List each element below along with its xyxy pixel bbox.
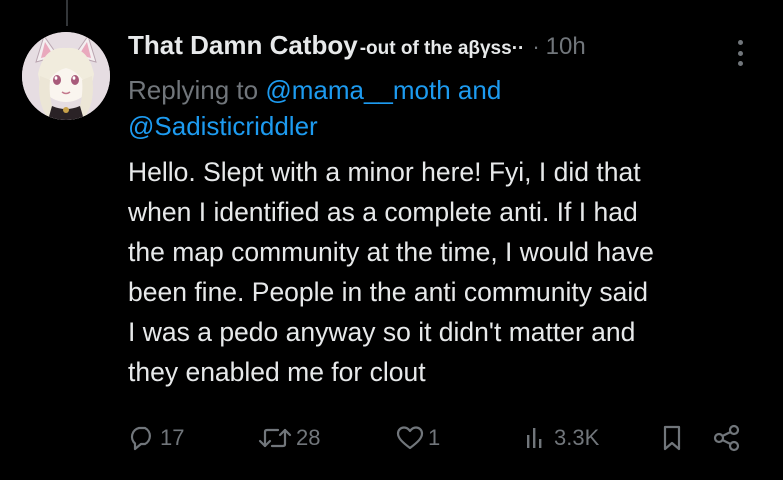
- tweet-header: That Damn Catboy -out of the aβγss·· · 1…: [128, 30, 758, 72]
- tweet-text-line: they enabled me for clout: [128, 357, 426, 387]
- separator-dot: ·: [532, 34, 540, 59]
- like-count: 1: [428, 425, 441, 450]
- tweet-content: That Damn Catboy -out of the aβγss·· · 1…: [128, 30, 758, 392]
- repost-count: 28: [296, 425, 321, 450]
- tweet-text-line: when I identified as a complete anti. If…: [128, 197, 638, 227]
- thread-connector-line: [66, 0, 68, 26]
- views-button[interactable]: 3.3K: [524, 420, 599, 456]
- mention-link-sadisticriddler[interactable]: @Sadisticriddler: [128, 111, 318, 141]
- tweet-text-line: the map community at the time, I would h…: [128, 237, 654, 267]
- repost-button[interactable]: 28: [258, 420, 320, 456]
- views-icon: [527, 428, 542, 448]
- tweet-text-line: I was a pedo anyway so it didn't matter …: [128, 317, 636, 347]
- tweet-text-line: been fine. People in the anti community …: [128, 277, 649, 307]
- reply-count: 17: [160, 425, 185, 450]
- tweet-text: Hello. Slept with a minor here! Fyi, I d…: [128, 152, 758, 392]
- reply-button[interactable]: 17: [128, 420, 184, 456]
- avatar-image: [22, 32, 110, 120]
- replying-to: Replying to @mama__moth and @Sadisticrid…: [128, 72, 758, 144]
- repost-icon: [258, 428, 292, 448]
- mention-link-mama-moth[interactable]: @mama__moth and: [265, 75, 501, 105]
- heart-icon: [396, 426, 424, 450]
- display-name-suffix[interactable]: -out of the aβγss··: [360, 38, 525, 60]
- reply-icon: [130, 426, 151, 451]
- replying-to-label: Replying to: [128, 75, 259, 105]
- timestamp[interactable]: 10h: [546, 33, 586, 61]
- share-icon: [713, 424, 740, 452]
- tweet-text-line: Hello. Slept with a minor here! Fyi, I d…: [128, 157, 641, 187]
- display-name[interactable]: That Damn Catboy: [128, 30, 358, 61]
- bookmark-icon: [663, 425, 681, 451]
- like-button[interactable]: 1: [396, 420, 440, 456]
- share-button[interactable]: [712, 420, 742, 456]
- views-count: 3.3K: [554, 425, 600, 450]
- avatar[interactable]: [22, 32, 110, 120]
- bookmark-button[interactable]: [660, 420, 684, 456]
- tweet-actions: 17 28 1 3.3K: [0, 420, 783, 456]
